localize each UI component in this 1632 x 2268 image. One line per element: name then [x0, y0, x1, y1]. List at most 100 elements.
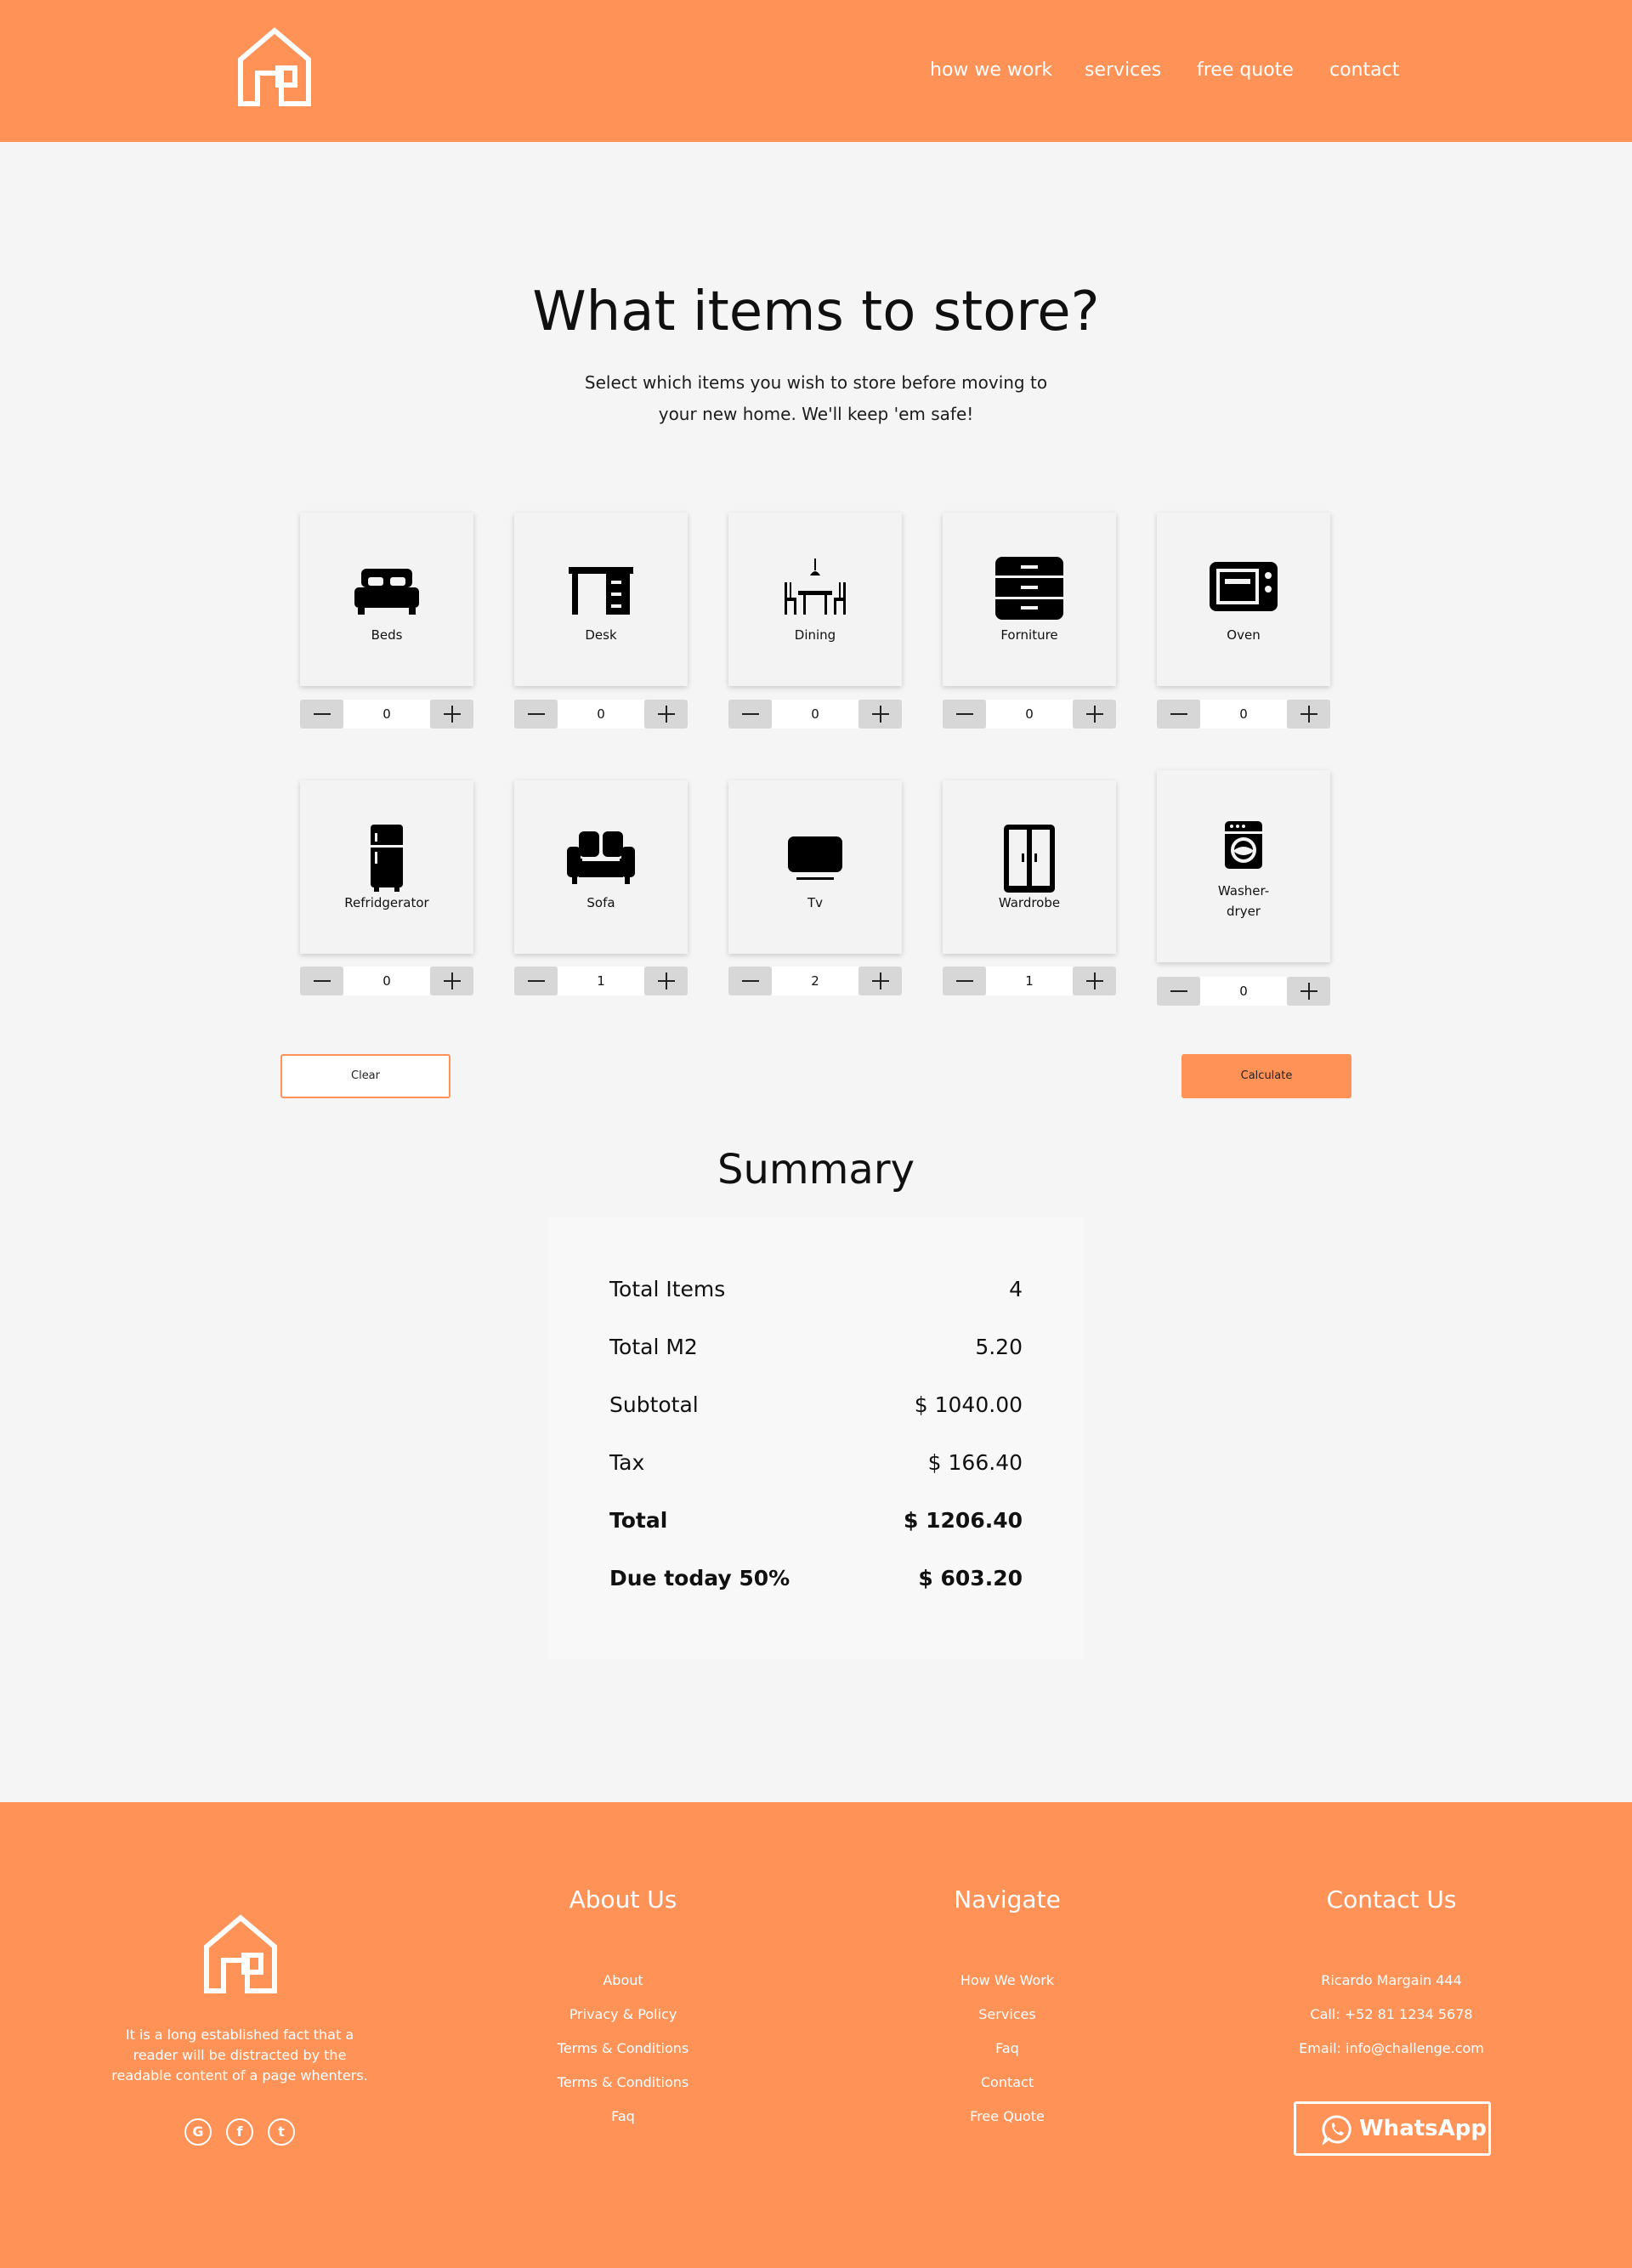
quantity-stepper: 0: [514, 700, 688, 729]
footer-link[interactable]: Privacy & Policy: [470, 1998, 776, 2032]
decrement-button[interactable]: [300, 967, 343, 995]
increment-button[interactable]: [1287, 977, 1330, 1006]
google-icon[interactable]: G: [184, 2118, 212, 2146]
whatsapp-label: WhatsApp: [1359, 2116, 1487, 2141]
summary-row-subtotal: Subtotal $ 1040.00: [609, 1392, 1023, 1426]
quantity-stepper: 1: [943, 967, 1116, 995]
contact-email: Email: info@challenge.com: [1299, 2040, 1484, 2056]
quantity-input[interactable]: 0: [558, 700, 644, 729]
quantity-input[interactable]: 1: [558, 967, 644, 995]
increment-button[interactable]: [430, 700, 473, 729]
footer-link[interactable]: Terms & Conditions: [470, 2032, 776, 2066]
quantity-stepper: 0: [943, 700, 1116, 729]
quantity-input[interactable]: 0: [1200, 977, 1287, 1006]
increment-button[interactable]: [858, 700, 902, 729]
increment-button[interactable]: [430, 967, 473, 995]
summary-row-tax: Tax $ 166.40: [609, 1450, 1023, 1484]
summary-label: Subtotal: [609, 1392, 699, 1417]
footer-description: It is a long established fact that a rea…: [107, 2025, 372, 2086]
twitter-icon[interactable]: t: [268, 2118, 295, 2146]
decrement-button[interactable]: [943, 700, 986, 729]
item-card-sofa[interactable]: Sofa: [514, 780, 688, 954]
footer-link[interactable]: How We Work: [854, 1964, 1160, 1998]
item-card-dining[interactable]: Dining: [728, 513, 902, 686]
item-card-washer-dryer[interactable]: Washer- dryer: [1157, 770, 1330, 962]
facebook-glyph: f: [236, 2123, 243, 2140]
quantity-input[interactable]: 1: [986, 967, 1073, 995]
summary-title: Summary: [717, 1146, 915, 1194]
clear-button[interactable]: Clear: [280, 1054, 450, 1098]
item-label: dryer: [1227, 904, 1261, 919]
item-card-wardrobe[interactable]: Wardrobe: [943, 780, 1116, 954]
quantity-stepper: 1: [514, 967, 688, 995]
house-logo-icon[interactable]: [201, 1913, 280, 1994]
item-card-refrigerator[interactable]: Refridgerator: [300, 780, 473, 954]
decrement-button[interactable]: [728, 700, 772, 729]
wardrobe-icon: [1004, 825, 1055, 893]
decrement-button[interactable]: [514, 700, 558, 729]
quantity-input[interactable]: 2: [772, 967, 858, 995]
footer-link[interactable]: Faq: [470, 2100, 776, 2134]
whatsapp-button[interactable]: WhatsApp: [1294, 2101, 1491, 2156]
item-label: Oven: [1227, 627, 1261, 643]
quantity-input[interactable]: 0: [343, 967, 430, 995]
item-label: Sofa: [586, 895, 615, 910]
item-label: Refridgerator: [344, 895, 429, 910]
footer-link[interactable]: Faq: [854, 2032, 1160, 2066]
nav-how-we-work[interactable]: how we work: [930, 60, 1052, 81]
summary-panel: Total Items 4 Total M2 5.20 Subtotal $ 1…: [548, 1217, 1084, 1659]
footer-heading: Contact Us: [1326, 1885, 1457, 1914]
subtitle-line: Select which items you wish to store bef…: [584, 372, 1048, 393]
description-line: It is a long established fact that a: [125, 2027, 354, 2043]
item-label: Beds: [371, 627, 403, 643]
decrement-button[interactable]: [1157, 977, 1200, 1006]
item-card-oven[interactable]: Oven: [1157, 513, 1330, 686]
desk-icon: [569, 567, 633, 615]
decrement-button[interactable]: [943, 967, 986, 995]
increment-button[interactable]: [1287, 700, 1330, 729]
decrement-button[interactable]: [728, 967, 772, 995]
summary-row-total: Total $ 1206.40: [609, 1508, 1023, 1542]
item-label: Forniture: [1000, 627, 1058, 643]
footer-link[interactable]: Terms & Conditions: [470, 2066, 776, 2100]
house-logo-icon[interactable]: [235, 26, 314, 107]
summary-label: Total: [609, 1508, 668, 1533]
item-card-tv[interactable]: Tv: [728, 780, 902, 954]
item-label: Wardrobe: [998, 895, 1061, 910]
footer-link[interactable]: Free Quote: [854, 2100, 1160, 2134]
quantity-input[interactable]: 0: [986, 700, 1073, 729]
calculate-button[interactable]: Calculate: [1182, 1054, 1352, 1098]
increment-button[interactable]: [1073, 967, 1116, 995]
footer-link[interactable]: About: [470, 1964, 776, 1998]
summary-row-total-m2: Total M2 5.20: [609, 1335, 1023, 1369]
quantity-input[interactable]: 0: [772, 700, 858, 729]
decrement-button[interactable]: [300, 700, 343, 729]
sofa-icon: [567, 831, 635, 884]
quantity-input[interactable]: 0: [1200, 700, 1287, 729]
quantity-input[interactable]: 0: [343, 700, 430, 729]
contact-address: Ricardo Margain 444: [1321, 1972, 1462, 1988]
nav-services[interactable]: services: [1085, 60, 1161, 81]
increment-button[interactable]: [1073, 700, 1116, 729]
nav-free-quote[interactable]: free quote: [1197, 60, 1294, 81]
increment-button[interactable]: [644, 700, 688, 729]
quantity-stepper: 0: [728, 700, 902, 729]
increment-button[interactable]: [644, 967, 688, 995]
item-card-desk[interactable]: Desk: [514, 513, 688, 686]
footer-link[interactable]: Services: [854, 1998, 1160, 2032]
site-footer: It is a long established fact that a rea…: [0, 1802, 1632, 2268]
increment-button[interactable]: [858, 967, 902, 995]
quantity-stepper: 0: [1157, 700, 1330, 729]
item-label: Tv: [807, 895, 824, 910]
decrement-button[interactable]: [514, 967, 558, 995]
footer-heading: About Us: [569, 1885, 677, 1914]
summary-value: $ 1040.00: [914, 1392, 1023, 1417]
facebook-icon[interactable]: f: [226, 2118, 253, 2146]
nav-contact[interactable]: contact: [1329, 60, 1399, 81]
decrement-button[interactable]: [1157, 700, 1200, 729]
item-card-beds[interactable]: Beds: [300, 513, 473, 686]
tv-icon: [788, 836, 842, 880]
footer-link[interactable]: Contact: [854, 2066, 1160, 2100]
item-card-forniture[interactable]: Forniture: [943, 513, 1116, 686]
item-label: Dining: [794, 627, 836, 643]
